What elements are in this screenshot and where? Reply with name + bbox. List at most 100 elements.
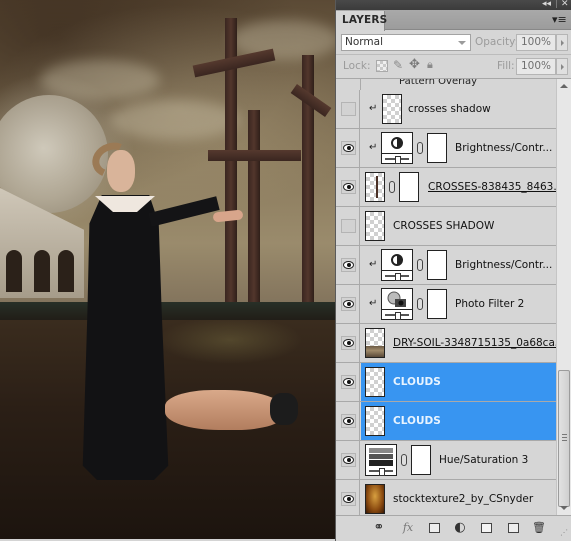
scroll-up-arrow[interactable] (560, 84, 568, 88)
arch (6, 250, 22, 292)
layers-scrollbar[interactable] (556, 79, 571, 515)
layer-body[interactable]: stocktexture2_by_CSnyder (361, 480, 556, 515)
tab-layers[interactable]: LAYERS (336, 11, 387, 31)
visibility-toggle-on[interactable] (341, 453, 356, 467)
woman-head (107, 150, 135, 192)
blend-opacity-row: Normal Opacity: 100% (336, 31, 571, 55)
lock-image-pixels-icon[interactable]: ✎ (393, 58, 405, 72)
eye-icon (343, 339, 354, 347)
visibility-toggle-on[interactable] (341, 336, 356, 350)
mask-link-icon[interactable] (417, 298, 423, 310)
layer-row[interactable]: ↵ Photo Filter 2 (336, 285, 556, 324)
divider (382, 270, 412, 271)
visibility-cell (336, 207, 360, 245)
visibility-cell (336, 168, 360, 206)
layer-name: stocktexture2_by_CSnyder (393, 493, 534, 505)
layer-mask-thumbnail[interactable] (427, 289, 447, 319)
new-adjustment-layer-button[interactable]: ◐ (453, 521, 467, 534)
lock-all-icon[interactable]: 🔒︎ (427, 58, 439, 71)
opacity-slider-button[interactable] (556, 34, 568, 51)
mask-link-icon[interactable] (417, 259, 423, 271)
resize-grip-icon[interactable]: ⋰ (558, 527, 570, 539)
visibility-toggle-on[interactable] (341, 258, 356, 272)
layer-mask-thumbnail[interactable] (427, 133, 447, 163)
fill-input[interactable]: 100% (516, 58, 556, 75)
layer-body[interactable]: DRY-SOIL-3348715135_0a68ca5... (361, 324, 556, 362)
layer-body[interactable]: CLOUDS (361, 402, 556, 440)
brightness-contrast-icon[interactable] (381, 249, 413, 281)
new-layer-button[interactable] (508, 523, 519, 533)
fill-slider-button[interactable] (556, 58, 568, 75)
document-canvas[interactable] (0, 0, 335, 541)
visibility-cell (336, 363, 360, 401)
layer-body[interactable]: Hue/Saturation 3 (361, 441, 556, 479)
eye-icon (343, 183, 354, 191)
visibility-toggle-off[interactable] (341, 219, 356, 233)
eye-icon (343, 300, 354, 308)
link-layers-button[interactable]: ⚭ (370, 521, 388, 534)
lock-position-icon[interactable]: ✥ (409, 57, 421, 72)
collapse-panel-icon[interactable]: ◂◂ (542, 0, 551, 10)
layer-row[interactable]: CROSSES SHADOW (336, 207, 556, 246)
layer-name: Brightness/Contr... (455, 142, 553, 154)
scroll-down-arrow[interactable] (560, 506, 568, 510)
layer-body[interactable]: CLOUDS (361, 363, 556, 401)
layer-name: CROSSES SHADOW (393, 220, 495, 232)
layer-mask-thumbnail[interactable] (399, 172, 419, 202)
layer-body[interactable]: ↵ Brightness/Contr... (361, 129, 556, 167)
layer-row[interactable]: CLOUDS (336, 402, 556, 441)
layer-row[interactable]: CLOUDS (336, 363, 556, 402)
photo-filter-icon[interactable] (381, 288, 413, 320)
visibility-toggle-on[interactable] (341, 414, 356, 428)
cross-middle-beam (208, 150, 301, 161)
layer-row[interactable]: ↵ Brightness/Contr... (336, 246, 556, 285)
visibility-toggle-on[interactable] (341, 492, 356, 506)
add-mask-button[interactable] (429, 523, 440, 533)
mask-link-icon[interactable] (417, 142, 423, 154)
layer-row[interactable]: stocktexture2_by_CSnyder (336, 480, 556, 515)
layer-row[interactable]: DRY-SOIL-3348715135_0a68ca5... (336, 324, 556, 363)
arch (58, 250, 74, 292)
opacity-input[interactable]: 100% (516, 34, 556, 51)
slider-glyph (385, 312, 409, 320)
hue-saturation-icon[interactable] (365, 444, 397, 476)
layer-body[interactable]: ↵ Photo Filter 2 (361, 285, 556, 323)
layer-name: Hue/Saturation 3 (439, 454, 529, 466)
layer-body[interactable]: CROSSES SHADOW (361, 207, 556, 245)
delete-layer-button[interactable]: 🗑 (532, 522, 546, 534)
visibility-toggle-on[interactable] (341, 375, 356, 389)
visibility-toggle-on[interactable] (341, 180, 356, 194)
new-group-button[interactable] (481, 523, 492, 533)
layer-body[interactable]: ↵ crosses shadow (361, 90, 556, 128)
visibility-toggle-on[interactable] (341, 141, 356, 155)
visibility-cell (336, 129, 360, 167)
slider-glyph (385, 273, 409, 281)
visibility-cell (336, 402, 360, 440)
layer-row[interactable]: Hue/Saturation 3 (336, 441, 556, 480)
lock-transparent-pixels-icon[interactable] (376, 60, 388, 72)
layer-row[interactable]: CROSSES-838435_8463... (336, 168, 556, 207)
opacity-label: Opacity: (475, 36, 519, 48)
close-panel-icon[interactable]: ✕ (561, 0, 569, 10)
add-layer-style-button[interactable]: fx (400, 522, 416, 534)
panel-menu-icon[interactable]: ▾≡ (552, 14, 567, 26)
slider-glyph (385, 156, 409, 164)
blend-mode-select[interactable]: Normal (341, 34, 471, 51)
visibility-toggle-on[interactable] (341, 297, 356, 311)
layer-row[interactable]: ↵ Brightness/Contr... (336, 129, 556, 168)
effect-row-pattern-overlay[interactable]: Pattern Overlay (360, 79, 556, 90)
brightness-contrast-icon[interactable] (381, 132, 413, 164)
scrollbar-thumb[interactable] (558, 370, 570, 507)
effect-name: Pattern Overlay (399, 79, 478, 87)
mask-link-icon[interactable] (389, 181, 395, 193)
panel-footer: ⚭ fx ◐ 🗑 ⋰ (336, 515, 571, 541)
layer-row[interactable]: ↵ crosses shadow (336, 90, 556, 129)
divider (382, 153, 412, 154)
layer-thumbnail (365, 367, 385, 397)
visibility-toggle-off[interactable] (341, 102, 356, 116)
layer-body[interactable]: ↵ Brightness/Contr... (361, 246, 556, 284)
layer-mask-thumbnail[interactable] (411, 445, 431, 475)
layer-body[interactable]: CROSSES-838435_8463... (361, 168, 556, 206)
layer-mask-thumbnail[interactable] (427, 250, 447, 280)
mask-link-icon[interactable] (401, 454, 407, 466)
